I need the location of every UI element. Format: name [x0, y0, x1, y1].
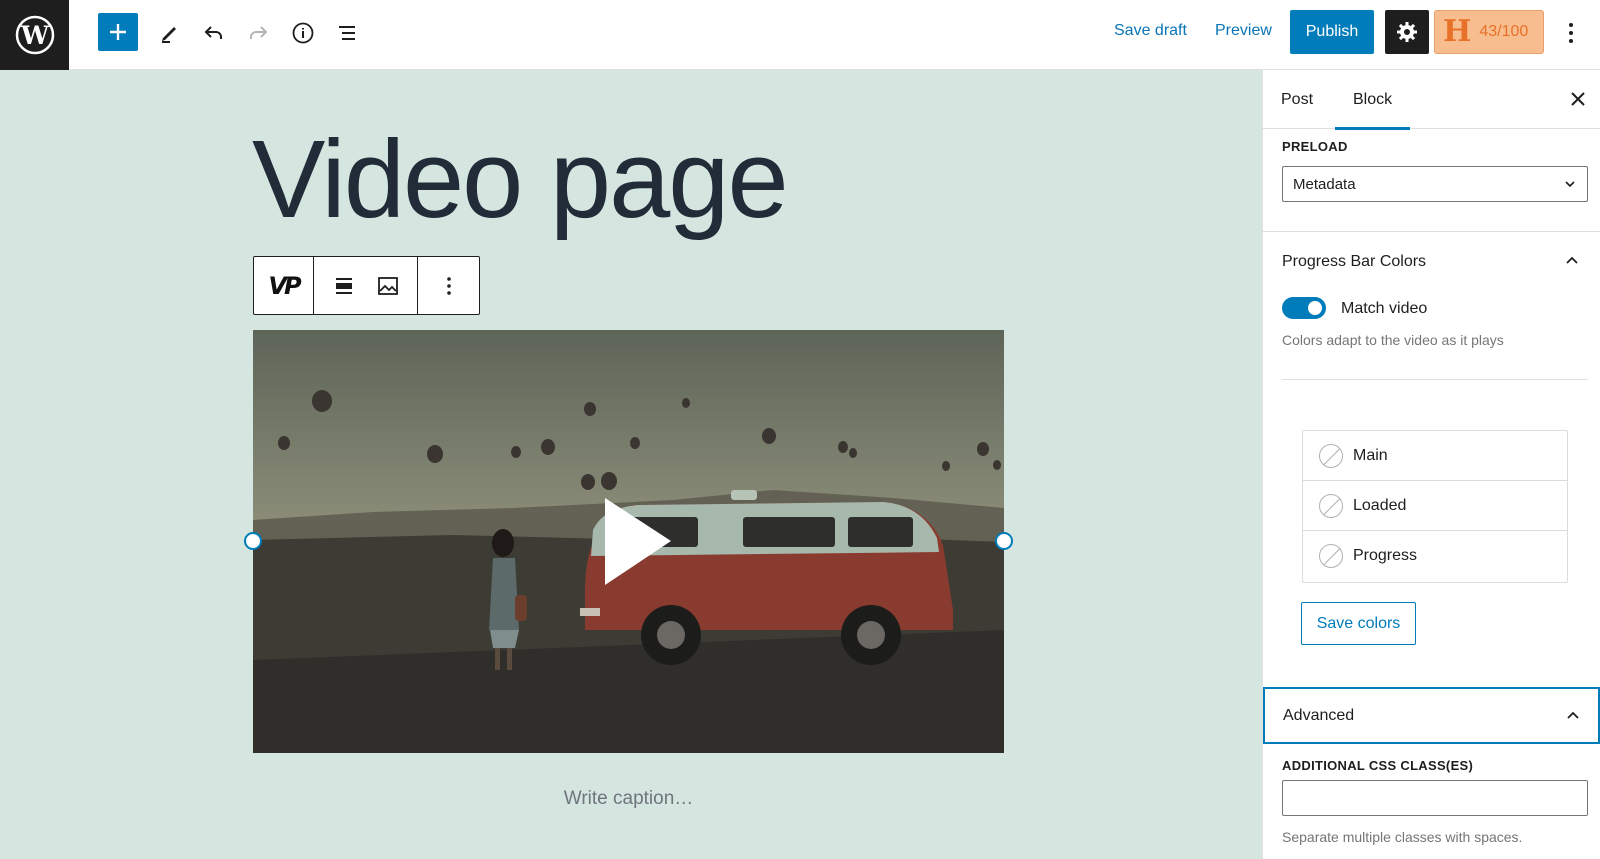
resize-handle-right[interactable] [995, 532, 1013, 550]
info-icon[interactable] [283, 13, 323, 53]
editor-top-toolbar: W Save draft Preview Publish H 43/100 [0, 0, 1600, 70]
add-block-button[interactable] [98, 13, 138, 51]
caption-input[interactable]: Write caption… [253, 788, 1004, 810]
section-divider [1282, 379, 1588, 380]
match-video-help: Colors adapt to the video as it plays [1282, 332, 1504, 348]
resize-handle-left[interactable] [244, 532, 262, 550]
color-item-loaded[interactable]: Loaded [1303, 481, 1567, 531]
css-class-help: Separate multiple classes with spaces. [1282, 829, 1523, 845]
list-view-icon[interactable] [327, 13, 367, 53]
save-draft-button[interactable]: Save draft [1114, 22, 1187, 40]
match-video-toggle[interactable] [1282, 297, 1326, 319]
advanced-panel-title: Advanced [1283, 706, 1355, 724]
tab-post[interactable]: Post [1281, 70, 1313, 129]
gear-icon[interactable] [1385, 10, 1429, 54]
alignment-group [314, 257, 418, 314]
vertical-ellipsis-icon [446, 276, 451, 295]
block-type-button[interactable]: VP [254, 257, 314, 314]
undo-icon[interactable] [194, 13, 234, 53]
color-list: Main Loaded Progress [1302, 430, 1568, 583]
progress-bar-colors-title[interactable]: Progress Bar Colors [1282, 253, 1426, 271]
empty-swatch-icon [1319, 544, 1343, 568]
pencil-icon[interactable] [150, 13, 190, 53]
preload-select-value: Metadata [1293, 175, 1356, 193]
close-icon[interactable] [1563, 84, 1593, 114]
page-title[interactable]: Video page [252, 125, 789, 235]
chevron-up-icon[interactable] [1560, 249, 1584, 273]
preload-select[interactable]: Metadata [1282, 166, 1588, 202]
editor-canvas: Video page VP Write caption… [0, 70, 1262, 859]
presto-player-logo-icon: VP [268, 271, 301, 300]
css-class-label: ADDITIONAL CSS CLASS(ES) [1282, 758, 1474, 773]
image-icon[interactable] [366, 264, 410, 308]
empty-swatch-icon [1319, 443, 1343, 468]
color-item-label: Main [1353, 446, 1388, 464]
align-center-icon[interactable] [322, 264, 366, 308]
match-video-label: Match video [1341, 300, 1428, 317]
block-options-button[interactable] [418, 257, 479, 314]
chevron-down-icon [1565, 181, 1575, 188]
css-class-input[interactable] [1282, 780, 1588, 816]
seo-score-button[interactable]: H 43/100 [1434, 10, 1544, 54]
seo-score-value: 43/100 [1479, 23, 1529, 40]
color-item-main[interactable]: Main [1303, 431, 1567, 481]
sidebar-tabs: Post Block [1263, 70, 1600, 130]
video-poster-image [253, 330, 1004, 753]
video-player[interactable] [253, 330, 1004, 753]
preload-label: PRELOAD [1282, 139, 1348, 154]
empty-swatch-icon [1319, 493, 1343, 518]
svg-text:W: W [19, 21, 49, 50]
color-item-label: Progress [1353, 547, 1418, 564]
publish-button[interactable]: Publish [1290, 10, 1374, 54]
preview-button[interactable]: Preview [1215, 22, 1272, 40]
wordpress-logo-icon[interactable]: W [0, 0, 69, 70]
block-toolbar: VP [253, 256, 480, 315]
tab-block[interactable]: Block [1335, 70, 1411, 130]
redo-icon[interactable] [238, 13, 278, 53]
panel-divider [1263, 231, 1600, 232]
vertical-ellipsis-icon[interactable] [1556, 14, 1586, 52]
color-item-progress[interactable]: Progress [1303, 531, 1567, 581]
color-item-label: Loaded [1353, 496, 1407, 514]
chevron-up-icon [1567, 711, 1579, 719]
save-colors-button[interactable]: Save colors [1301, 602, 1416, 645]
advanced-panel-header[interactable]: Advanced [1263, 687, 1600, 744]
seo-logo-icon: H [1443, 14, 1472, 49]
